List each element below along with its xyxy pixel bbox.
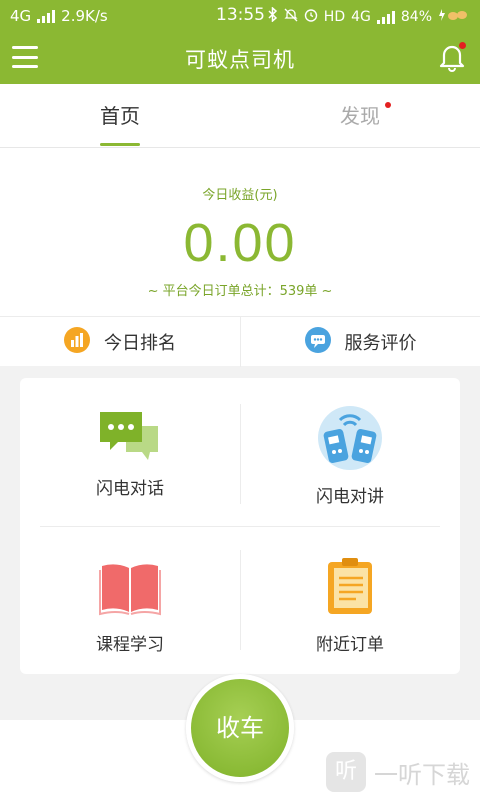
signal-icon-2 bbox=[376, 10, 395, 24]
nearby-orders-button[interactable]: 附近订单 bbox=[240, 526, 460, 674]
earnings-value: 0.00 bbox=[183, 213, 297, 273]
notification-badge bbox=[459, 42, 466, 49]
flash-intercom-label: 闪电对讲 bbox=[316, 487, 384, 507]
bell-icon[interactable] bbox=[438, 42, 466, 72]
tab-bar: 首页 发现 bbox=[0, 84, 480, 148]
platform-order-total: ~ 平台今日订单总计：539单 ~ bbox=[147, 284, 333, 299]
network-label: 4G bbox=[10, 7, 32, 25]
discover-badge bbox=[385, 102, 391, 108]
ranking-label: 今日排名 bbox=[104, 333, 176, 354]
alarm-icon bbox=[304, 8, 318, 26]
flash-intercom-button[interactable]: 闪电对讲 bbox=[240, 378, 460, 526]
ranking-button[interactable]: 今日排名 bbox=[0, 317, 240, 367]
clipboard-icon bbox=[318, 554, 382, 618]
app-bar: 可蚁点司机 bbox=[0, 32, 480, 84]
book-icon bbox=[98, 554, 162, 618]
review-button[interactable]: 服务评价 bbox=[240, 317, 480, 367]
tab-home[interactable]: 首页 bbox=[0, 84, 240, 148]
battery-percent: 84% bbox=[400, 8, 432, 25]
review-label: 服务评价 bbox=[344, 333, 417, 354]
signal-icon bbox=[37, 9, 56, 23]
flash-chat-button[interactable]: 闪电对话 bbox=[20, 378, 240, 526]
tab-discover[interactable]: 发现 bbox=[240, 84, 480, 148]
watermark: 听 一听下载 bbox=[326, 752, 470, 792]
watermark-text: 一听下载 bbox=[374, 760, 470, 789]
page-title: 可蚁点司机 bbox=[185, 48, 295, 72]
bluetooth-icon bbox=[268, 6, 278, 26]
status-bar: 4G 2.9K/s 13:55 HD 4G 84% bbox=[0, 0, 480, 32]
quick-actions: 今日排名 服务评价 bbox=[0, 316, 480, 367]
ranking-icon bbox=[64, 326, 90, 358]
course-study-button[interactable]: 课程学习 bbox=[20, 526, 240, 674]
earnings-panel: 今日收益(元) 0.00 ~ 平台今日订单总计：539单 ~ bbox=[0, 148, 480, 316]
tab-active-indicator bbox=[100, 143, 140, 146]
mute-icon bbox=[284, 8, 298, 26]
course-study-label: 课程学习 bbox=[96, 635, 164, 655]
walkie-talkie-icon bbox=[318, 406, 382, 470]
nearby-orders-label: 附近订单 bbox=[316, 635, 384, 655]
hd-label: HD bbox=[323, 8, 346, 25]
earnings-label: 今日收益(元) bbox=[202, 188, 278, 203]
review-icon bbox=[304, 326, 331, 358]
network-label-2: 4G bbox=[351, 8, 371, 25]
watermark-logo-icon: 听 bbox=[326, 752, 366, 792]
status-right: HD 4G 84% bbox=[268, 6, 468, 26]
network-speed: 2.9K/s bbox=[61, 7, 108, 25]
status-time: 13:55 bbox=[216, 5, 265, 25]
feature-grid: 闪电对话 闪电对讲 课程学习 附近订单 bbox=[20, 378, 460, 674]
flash-chat-label: 闪电对话 bbox=[96, 479, 164, 499]
chat-icon bbox=[98, 406, 162, 470]
end-shift-button[interactable]: 收车 bbox=[186, 674, 294, 782]
charging-icon bbox=[438, 8, 468, 26]
status-left: 4G 2.9K/s bbox=[10, 7, 108, 25]
